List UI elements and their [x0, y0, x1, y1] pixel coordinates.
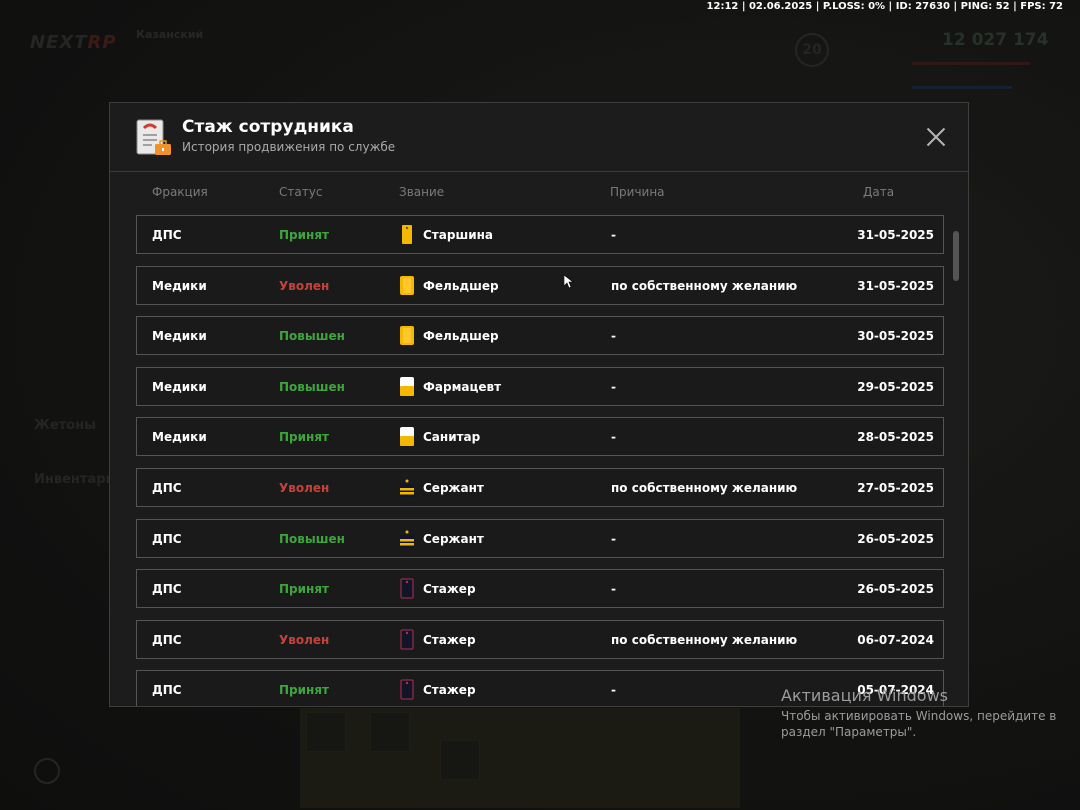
history-table: ДПС Принят Старшина - 31-05-2025 Медики Уволен… — [136, 215, 944, 706]
row-rank: Санитар — [423, 430, 481, 445]
column-header-reason: Причина — [610, 185, 665, 199]
column-header-date: Дата — [863, 185, 895, 199]
row-status: Принят — [279, 430, 329, 445]
row-status: Принят — [279, 228, 329, 242]
table-row[interactable]: Медики Принят Санитар - 28-05-2025 — [136, 417, 944, 457]
row-faction: ДПС — [152, 228, 182, 242]
row-faction: ДПС — [152, 582, 182, 597]
row-date: 31-05-2025 — [857, 228, 934, 242]
modal-subtitle: История продвижения по службе — [182, 140, 396, 154]
row-rank: Старшина — [423, 228, 493, 242]
windows-activation-title: Активация Windows — [781, 686, 948, 705]
modal-title: Стаж сотрудника — [182, 117, 354, 137]
row-status: Уволен — [279, 278, 330, 293]
table-row[interactable]: ДПС Уволен Сержант по собственному желанию 2… — [136, 467, 944, 507]
row-faction: ДПС — [152, 632, 182, 647]
row-faction: Медики — [152, 430, 207, 445]
row-status: Повышен — [279, 329, 345, 344]
row-status: Принят — [279, 683, 329, 698]
row-faction: Медики — [152, 329, 207, 344]
column-header-faction: Фракция — [152, 185, 208, 199]
document-icon — [136, 119, 171, 155]
row-faction: ДПС — [152, 531, 182, 546]
row-faction: Медики — [152, 278, 207, 293]
row-date: 28-05-2025 — [857, 430, 934, 445]
table-row[interactable]: ДПС Повышен Сержант - 26-05-2025 — [136, 518, 944, 558]
row-rank: Сержант — [423, 531, 484, 546]
row-status: Повышен — [279, 531, 345, 546]
column-header-status: Статус — [279, 185, 323, 199]
row-reason: - — [611, 531, 616, 546]
row-status: Повышен — [279, 379, 345, 394]
table-row[interactable]: Медики Повышен Фельдшер - 30-05-2025 — [136, 316, 944, 356]
row-reason: - — [611, 683, 616, 698]
row-faction: Медики — [152, 379, 207, 394]
modal-header: Стаж сотрудника История продвижения по с… — [110, 103, 968, 172]
status-bar: 12:12 | 02.06.2025 | P.LOSS: 0% | ID: 27… — [706, 1, 1063, 12]
row-status: Принят — [279, 582, 329, 597]
row-rank: Фельдшер — [423, 278, 499, 293]
row-status: Уволен — [279, 632, 330, 647]
row-faction: ДПС — [152, 480, 182, 495]
row-date: 06-07-2024 — [857, 632, 934, 647]
row-date: 29-05-2025 — [857, 379, 934, 394]
windows-activation-text: Чтобы активировать Windows, перейдите в … — [781, 709, 1057, 739]
row-rank: Стажер — [423, 582, 476, 597]
row-reason: - — [611, 430, 616, 445]
row-reason: - — [611, 329, 616, 344]
row-reason: - — [611, 379, 616, 394]
row-reason: - — [611, 228, 616, 242]
row-date: 27-05-2025 — [857, 480, 934, 495]
scrollbar-thumb[interactable] — [953, 231, 959, 281]
row-rank: Стажер — [423, 632, 476, 647]
row-reason: - — [611, 582, 616, 597]
row-reason: по собственному желанию — [611, 278, 798, 293]
row-date: 26-05-2025 — [857, 531, 934, 546]
mouse-cursor-icon — [564, 275, 574, 289]
table-header: Фракция Статус Звание Причина Дата — [110, 173, 968, 213]
row-status: Уволен — [279, 480, 330, 495]
row-rank: Стажер — [423, 683, 476, 698]
table-row[interactable]: Медики Уволен Фельдшер по собственному жела… — [136, 265, 944, 305]
table-row[interactable]: Медики Повышен Фармацевт - 29-05-2025 — [136, 366, 944, 406]
table-row[interactable]: ДПС Принят Стажер - 26-05-2025 — [136, 569, 944, 609]
column-header-rank: Звание — [399, 185, 445, 199]
row-date: 30-05-2025 — [857, 329, 934, 344]
row-rank: Сержант — [423, 480, 484, 495]
table-row[interactable]: ДПС Уволен Стажер по собственному желанию 06… — [136, 619, 944, 659]
table-row[interactable]: ДПС Принят Старшина - 31-05-2025 — [136, 215, 944, 254]
row-reason: по собственному желанию — [611, 632, 798, 647]
row-date: 26-05-2025 — [857, 582, 934, 597]
row-rank: Фармацевт — [423, 379, 502, 394]
row-rank: Фельдшер — [423, 329, 499, 344]
row-reason: по собственному желанию — [611, 480, 798, 495]
employee-history-modal: Стаж сотрудника История продвижения по с… — [109, 102, 969, 707]
row-date: 31-05-2025 — [857, 278, 934, 293]
close-button[interactable] — [924, 125, 948, 149]
row-faction: ДПС — [152, 683, 182, 698]
